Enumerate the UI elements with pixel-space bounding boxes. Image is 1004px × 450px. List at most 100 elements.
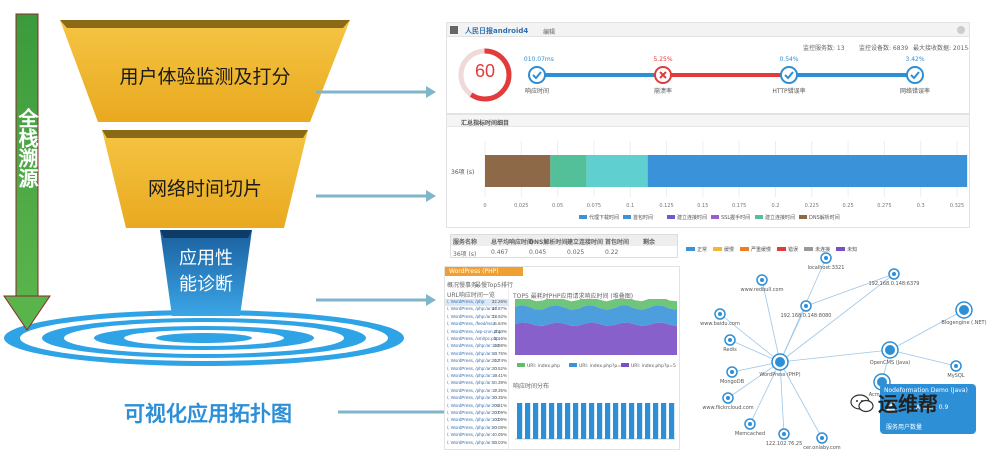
topology-edge	[889, 309, 965, 351]
x-tick: 0.15	[697, 203, 708, 209]
list-item[interactable]: /, WordPress, /php:/ar:50 0.08%	[445, 425, 509, 432]
topology-node-core	[820, 436, 824, 440]
list-item-name: /, WordPress, /php:/ar:207	[447, 410, 500, 415]
list-item-name: /, WordPress, /php:/ar:101	[447, 417, 500, 423]
legend-swatch	[623, 215, 631, 219]
bar	[581, 403, 587, 439]
list-item[interactable]: /, WordPress, /xmlrpc.php 2.16%	[445, 336, 509, 343]
list-item[interactable]: /, WordPress, /php:/ar:17 0.35%	[445, 388, 509, 395]
list-item[interactable]: /, WordPress, /wp-cron.php 3.14%	[445, 329, 509, 336]
x-tick: 0.25	[843, 203, 854, 209]
response-bar-chart	[515, 403, 675, 440]
x-tick: 0.325	[950, 203, 964, 209]
check-icon	[780, 66, 798, 84]
diag-header-label: WordPress (PHP)	[449, 268, 499, 275]
table-header: 总平均响应时间	[491, 239, 534, 246]
list-item[interactable]: /, WordPress, /php:/ar:30 0.35%	[445, 395, 509, 402]
table-cell: 36项 (s)	[453, 251, 477, 258]
bar	[629, 403, 635, 439]
segment-bar	[485, 155, 551, 187]
list-item[interactable]: /, WordPress, /php:/ar:212 0.74%	[445, 358, 509, 365]
list-item[interactable]: /, WordPress, /php:/ar:83 0.03%	[445, 440, 509, 447]
list-item[interactable]: /, WordPress, /php:/ar:207 0.09%	[445, 410, 509, 417]
legend-label: 代理下载时间	[589, 214, 619, 221]
area-series	[515, 322, 677, 355]
step-value: 0.54%	[779, 56, 798, 63]
list-item[interactable]: /, WordPress, /php: 32.26%	[445, 299, 509, 306]
list-item-value: 0.09%	[494, 417, 507, 423]
node-label: Blogengine (.NET)	[941, 320, 986, 326]
bar	[517, 403, 523, 439]
legend-label: SSL握手时间	[721, 214, 750, 221]
target-rings	[4, 310, 404, 366]
bar	[525, 403, 531, 439]
list-item-value: 0.21%	[494, 402, 507, 408]
list-item[interactable]: /, WordPress, /php:/ar:63 0.76%	[445, 351, 509, 358]
slice-panel-title: 汇总指标时间细目	[461, 120, 510, 127]
topology-panel: 正常 缓慢 严重缓慢 错误 未连接 未知 WordPress (PHP) localhost…	[684, 234, 1000, 450]
bar	[669, 403, 675, 439]
summary-table: 服务名称 总平均响应时间 DNS解析时间 建立连接时间 首包时间 剩余 36项 (s) 0.…	[450, 234, 678, 258]
topology-node-core	[892, 272, 896, 276]
topology-node-core	[782, 432, 786, 436]
list-item[interactable]: /, WordPress, /php:/ar:5 0.39%	[445, 380, 509, 387]
ux-score-panel: 人民日报android4 编辑 监控服务数: 13 监控设备数: 6839 最大…	[446, 22, 970, 114]
node-label: MySQL	[947, 373, 964, 379]
topology-node-core	[728, 338, 732, 342]
diag-tab-top5[interactable]: 最慢Top5排行	[475, 280, 513, 289]
bar	[589, 403, 595, 439]
bar	[573, 403, 579, 439]
list-item[interactable]: /, WordPress, /php:/ar:73 12.92%	[445, 314, 509, 321]
list-item-name: /, WordPress, /feed/rss2	[447, 321, 496, 327]
table-cell: 0.045	[529, 249, 547, 256]
watermark-text: 运维帮	[878, 392, 938, 416]
list-item-name: /, WordPress, /php:/ar:20	[447, 365, 497, 371]
node-label: OpenCMS (Java)	[870, 360, 910, 366]
step-value: 5.25%	[653, 56, 672, 63]
topology-node-core	[726, 396, 730, 400]
table-cell: 0.467	[491, 249, 509, 256]
list-item-value: 12.92%	[491, 313, 507, 319]
response-area-chart: URI: index.php URI: index.php?p=2 URI: ind…	[515, 299, 677, 369]
table-header: 首包时间	[605, 239, 630, 246]
x-tick: 0.1	[626, 203, 634, 209]
list-item[interactable]: /, WordPress, /php:/ar:19 0.41%	[445, 373, 509, 380]
edit-tab[interactable]: 编辑	[543, 27, 555, 36]
list-item-value: 0.76%	[494, 350, 507, 356]
funnel-label-app-line2: 能诊断	[179, 274, 233, 295]
list-item[interactable]: /, WordPress, /php:/ar:101 0.09%	[445, 417, 509, 424]
step-value: 3.42%	[905, 56, 924, 63]
bar	[565, 403, 571, 439]
legend-label: 首包时间	[633, 214, 653, 221]
box-users: 服务用户数量	[886, 424, 923, 431]
topology-node-core	[885, 345, 895, 355]
row-label: 36项 (s)	[451, 169, 474, 176]
topology-node-core	[760, 278, 764, 282]
list-item[interactable]: /, WordPress, /php:/ar:4 0.05%	[445, 432, 509, 439]
topology-node-core	[730, 370, 734, 374]
legend-label: URI: index.php	[527, 363, 560, 369]
bar	[637, 403, 643, 439]
bar	[541, 403, 547, 439]
legend-label: URI: index.php?p=5	[631, 363, 676, 369]
list-item[interactable]: /, WordPress, /php:/ar:4d 17.87%	[445, 306, 509, 313]
list-item-value: 17.87%	[491, 306, 507, 312]
list-item[interactable]: /, WordPress, /php:/ar:110 0.98%	[445, 343, 509, 350]
list-item-value: 2.16%	[494, 336, 507, 341]
app-name: 人民日报android4	[465, 27, 529, 35]
list-item[interactable]: /, WordPress, /php:/ar:20 0.52%	[445, 366, 509, 373]
list-item-name: /, WordPress, /php:/ar:212	[447, 358, 500, 364]
topology-label: 可视化应用拓扑图	[124, 402, 292, 426]
list-item-name: /, WordPress, /php:/ar:83	[447, 439, 497, 445]
diag-tab-overview[interactable]: 概况	[447, 280, 459, 289]
bar	[613, 403, 619, 439]
x-tick: 0.025	[514, 203, 528, 209]
close-icon[interactable]	[957, 26, 965, 34]
list-item[interactable]: /, WordPress, /php:/ar:205 0.21%	[445, 403, 509, 410]
panel-menu-icon[interactable]	[450, 26, 458, 34]
list-item[interactable]: /, WordPress, /feed/rss2 6.84%	[445, 321, 509, 328]
legend-swatch	[667, 215, 675, 219]
bar	[549, 403, 555, 439]
url-list-title: URL响应时间一览	[447, 292, 495, 299]
topology-node-core	[804, 304, 808, 308]
